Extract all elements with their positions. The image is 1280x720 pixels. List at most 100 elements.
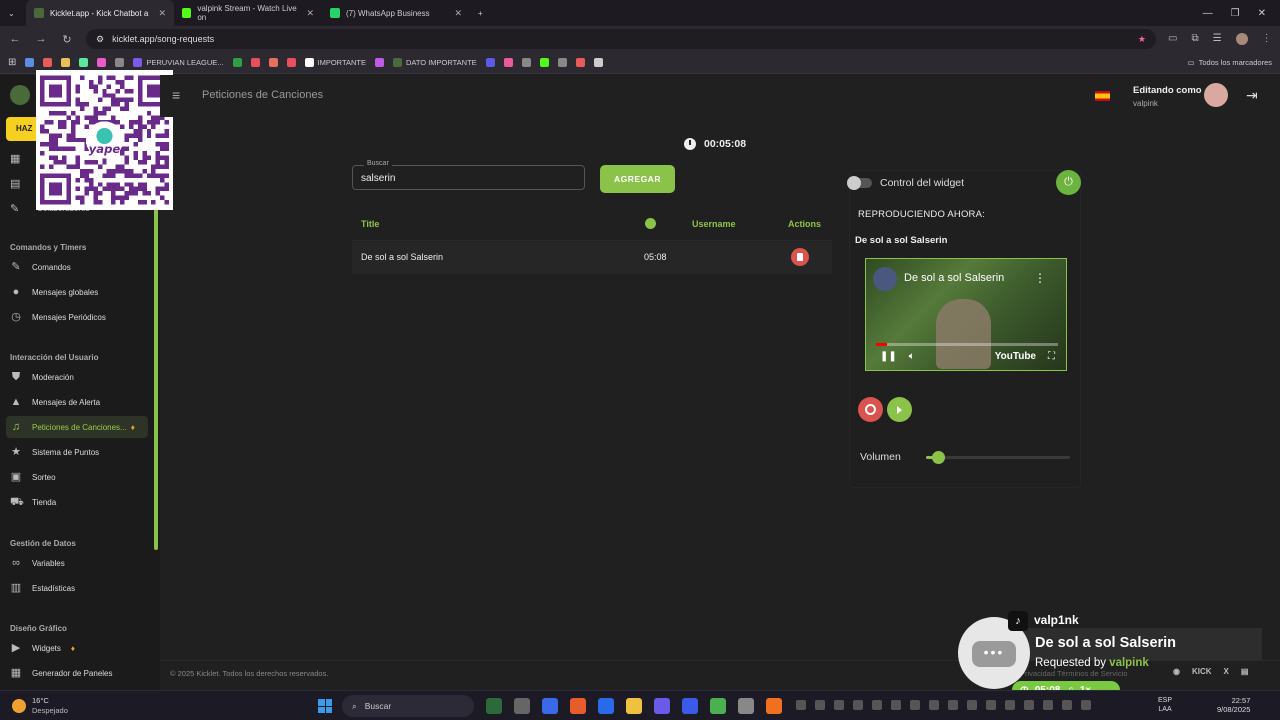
media-icon[interactable]: ☰: [1213, 33, 1222, 45]
close-tab-icon[interactable]: ✕: [306, 8, 314, 19]
weather-moon-icon[interactable]: [12, 699, 26, 713]
sidebar-item[interactable]: ★ Sistema de Puntos: [6, 441, 148, 463]
reload-icon[interactable]: ↻: [60, 33, 74, 46]
taskbar-app-icon[interactable]: [598, 698, 614, 714]
sidebar-item[interactable]: ▦ Generador de Paneles: [6, 662, 148, 684]
tray-icon[interactable]: [1043, 700, 1053, 710]
youtube-logo[interactable]: YouTube: [995, 351, 1036, 362]
url-bar[interactable]: ⚙ kicklet.app/song-requests ★: [86, 29, 1156, 49]
tray-icon[interactable]: [834, 700, 844, 710]
taskbar-app-icon[interactable]: [542, 698, 558, 714]
tray-icon[interactable]: [891, 700, 901, 710]
close-tab-icon[interactable]: ✕: [454, 8, 462, 19]
taskbar-search[interactable]: ⌕ Buscar: [342, 695, 474, 717]
close-window-icon[interactable]: ✕: [1258, 8, 1266, 19]
more-options-icon[interactable]: ⋮: [1034, 271, 1046, 285]
bookmark-item[interactable]: [115, 58, 125, 67]
forward-icon[interactable]: →: [34, 33, 48, 45]
search-input[interactable]: [361, 171, 576, 185]
bookmark-item[interactable]: [286, 58, 296, 67]
sidebar-item[interactable]: ▶ Widgets ♦: [6, 637, 148, 659]
tray-icon[interactable]: [1024, 700, 1034, 710]
widget-control-toggle[interactable]: [847, 176, 872, 190]
taskbar-app-icon[interactable]: [738, 698, 754, 714]
taskbar-app-icon[interactable]: [682, 698, 698, 714]
taskbar-app-icon[interactable]: [710, 698, 726, 714]
sidebar-item[interactable]: ⛊ Moderación: [6, 366, 148, 388]
logout-icon[interactable]: ⇥: [1246, 87, 1258, 104]
bookmark-item[interactable]: [575, 58, 585, 67]
tray-icon[interactable]: [853, 700, 863, 710]
apps-icon[interactable]: ⊞: [8, 57, 16, 68]
browser-tab[interactable]: (7) WhatsApp Business ✕: [322, 0, 470, 26]
tray-icon[interactable]: [1062, 700, 1072, 710]
taskbar-app-icon[interactable]: [570, 698, 586, 714]
tray-icon[interactable]: [910, 700, 920, 710]
sidebar-item[interactable]: ✎ Comandos: [6, 256, 148, 278]
video-progress-track[interactable]: [876, 343, 1058, 346]
browser-tab[interactable]: valpink Stream - Watch Live on ✕: [174, 0, 322, 26]
browser-tab[interactable]: Kicklet.app - Kick Chatbot a ✕: [26, 0, 174, 26]
bookmark-item[interactable]: [79, 58, 89, 67]
sidebar-item[interactable]: ▥ Estadísticas: [6, 577, 148, 599]
bookmark-item[interactable]: DATO IMPORTANTE: [392, 58, 477, 67]
bookmark-star-icon[interactable]: ★: [1138, 34, 1146, 45]
video-title[interactable]: De sol a sol Salserin: [904, 272, 1004, 284]
stop-button[interactable]: [858, 397, 883, 422]
taskbar-app-icon[interactable]: [514, 698, 530, 714]
close-tab-icon[interactable]: ✕: [158, 8, 166, 19]
all-bookmarks-link[interactable]: ▭ Todos los marcadores: [1188, 58, 1272, 67]
bookmark-item[interactable]: [43, 58, 53, 67]
bookmark-item[interactable]: [521, 58, 531, 67]
bookmark-item[interactable]: [593, 58, 603, 67]
fullscreen-icon[interactable]: ⛶: [1048, 351, 1055, 362]
tray-icon[interactable]: [986, 700, 996, 710]
volume-icon[interactable]: 🔈︎: [909, 351, 915, 362]
bookmark-item[interactable]: [250, 58, 260, 67]
tray-icon[interactable]: [967, 700, 977, 710]
taskbar-app-icon[interactable]: [486, 698, 502, 714]
tab-list-button[interactable]: ⌄: [0, 0, 26, 26]
sidebar-item[interactable]: ● Mensajes globales: [6, 281, 148, 303]
tray-icon[interactable]: [1081, 700, 1091, 710]
bookmark-item[interactable]: PERUVIAN LEAGUE...: [133, 58, 224, 67]
bookmark-item[interactable]: [97, 58, 107, 67]
volume-slider-track[interactable]: [926, 456, 1070, 459]
bookmark-item[interactable]: [61, 58, 71, 67]
language-indicator[interactable]: ESP LAA: [1158, 696, 1172, 714]
bookmark-item[interactable]: [485, 58, 495, 67]
youtube-player[interactable]: De sol a sol Salserin ⋮ ❚❚ 🔈︎ YouTube ⛶: [865, 258, 1067, 371]
documents-icon[interactable]: ▤: [10, 177, 24, 191]
tray-icon[interactable]: [796, 700, 806, 710]
sidebar-item[interactable]: ▲ Mensajes de Alerta: [6, 391, 148, 413]
column-header-username[interactable]: Username: [692, 219, 736, 229]
extensions-icon[interactable]: ⧉: [1191, 33, 1198, 45]
collapse-menu-icon[interactable]: ≡: [172, 87, 180, 103]
bookmark-item[interactable]: [374, 58, 384, 67]
site-info-icon[interactable]: ⚙: [96, 34, 104, 45]
back-icon[interactable]: ←: [8, 33, 22, 45]
volume-slider-knob[interactable]: [931, 451, 945, 464]
collaborators-icon[interactable]: ✎: [10, 202, 24, 216]
cast-icon[interactable]: ▭: [1168, 33, 1177, 45]
menu-icon[interactable]: ⋮: [1262, 33, 1272, 45]
bookmark-item[interactable]: [503, 58, 513, 67]
maximize-icon[interactable]: ❐: [1231, 8, 1240, 19]
bookmark-item[interactable]: [557, 58, 567, 67]
bookmark-item[interactable]: IMPORTANTE: [304, 58, 366, 67]
bookmark-item[interactable]: [539, 58, 549, 67]
sidebar-item[interactable]: ▣ Sorteo: [6, 466, 148, 488]
sidebar-item[interactable]: ◷ Mensajes Periódicos: [6, 306, 148, 328]
new-tab-button[interactable]: +: [470, 0, 491, 26]
user-avatar[interactable]: [1204, 83, 1228, 107]
taskbar-app-icon[interactable]: [626, 698, 642, 714]
sidebar-item[interactable]: ⛟ Tienda: [6, 491, 148, 513]
minimize-icon[interactable]: —: [1203, 8, 1213, 19]
tray-icon[interactable]: [815, 700, 825, 710]
footer-links[interactable]: Privacidad Términos de Servicio: [1020, 669, 1127, 678]
tray-icon[interactable]: [1005, 700, 1015, 710]
channel-avatar[interactable]: [873, 267, 897, 291]
dashboard-icon[interactable]: ▦: [10, 152, 24, 166]
tray-icon[interactable]: [948, 700, 958, 710]
taskbar-app-icon[interactable]: [654, 698, 670, 714]
